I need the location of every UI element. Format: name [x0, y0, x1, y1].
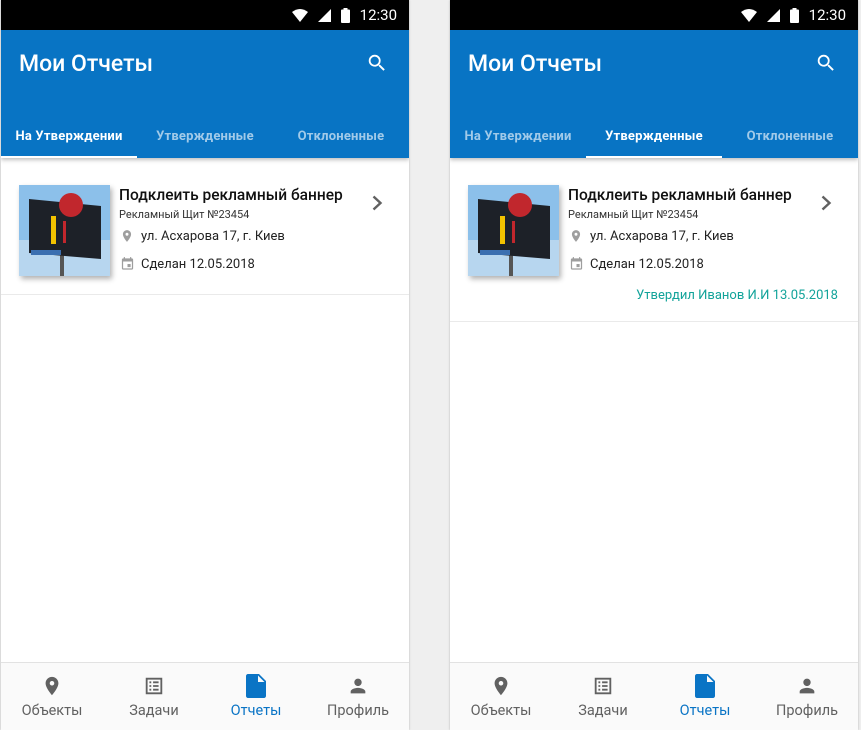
signal-icon [766, 8, 780, 22]
battery-icon [340, 7, 350, 23]
report-address: ул. Асхарова 17, г. Киев [590, 228, 734, 244]
nav-tasks-label: Задачи [129, 702, 179, 719]
tab-rejected[interactable]: Отклоненные [722, 114, 858, 158]
battery-icon [789, 7, 799, 23]
search-icon [368, 54, 385, 71]
nav-profile-label: Профиль [776, 702, 838, 719]
report-address-row: ул. Асхарова 17, г. Киев [568, 228, 734, 244]
report-address: ул. Асхарова 17, г. Киев [141, 228, 285, 244]
screen-pending: 12:30 Мои Отчеты На Утверждении Утвержде… [1, 0, 409, 730]
document-icon [246, 674, 266, 698]
search-icon [817, 54, 834, 71]
billboard-thumbnail [468, 185, 559, 276]
status-bar: 12:30 [1, 0, 409, 30]
tab-pending[interactable]: На Утверждении [1, 114, 137, 158]
nav-profile[interactable]: Профиль [756, 663, 858, 730]
tab-approved[interactable]: Утвержденные [586, 114, 722, 158]
app-bar: Мои Отчеты На Утверждении Утвержденные О… [1, 30, 409, 158]
location-pin-icon [119, 228, 135, 244]
page-title: Мои Отчеты [19, 50, 154, 77]
app-bar: Мои Отчеты На Утверждении Утвержденные О… [450, 30, 858, 158]
report-title: Подклеить рекламный баннер [568, 186, 792, 204]
task-list-icon [143, 674, 165, 698]
person-icon [796, 674, 818, 698]
nav-reports-label: Отчеты [679, 702, 731, 719]
nav-reports[interactable]: Отчеты [654, 663, 756, 730]
calendar-icon [119, 256, 135, 272]
billboard-thumbnail [19, 185, 110, 276]
nav-reports-label: Отчеты [230, 702, 282, 719]
report-date-row: Сделан 12.05.2018 [568, 256, 704, 272]
bottom-navigation: Объекты Задачи Отчеты Профиль [450, 662, 858, 730]
chevron-right-icon[interactable] [818, 195, 834, 211]
status-bar: 12:30 [450, 0, 858, 30]
nav-objects[interactable]: Объекты [450, 663, 552, 730]
bottom-navigation: Объекты Задачи Отчеты Профиль [1, 662, 409, 730]
location-pin-icon [490, 674, 512, 698]
location-pin-icon [41, 674, 63, 698]
page-title: Мои Отчеты [468, 50, 603, 77]
nav-tasks[interactable]: Задачи [103, 663, 205, 730]
nav-profile-label: Профиль [327, 702, 389, 719]
location-pin-icon [568, 228, 584, 244]
status-time: 12:30 [359, 6, 397, 24]
report-tabs: На Утверждении Утвержденные Отклоненные [450, 114, 858, 158]
report-done-date: Сделан 12.05.2018 [141, 256, 255, 272]
report-card[interactable]: Подклеить рекламный баннер Рекламный Щит… [1, 158, 409, 295]
nav-reports[interactable]: Отчеты [205, 663, 307, 730]
signal-icon [317, 8, 331, 22]
report-subtitle: Рекламный Щит №23454 [119, 208, 250, 221]
report-title: Подклеить рекламный баннер [119, 186, 343, 204]
tab-pending[interactable]: На Утверждении [450, 114, 586, 158]
nav-tasks-label: Задачи [578, 702, 628, 719]
chevron-right-icon[interactable] [369, 195, 385, 211]
report-subtitle: Рекламный Щит №23454 [568, 208, 699, 221]
screen-approved: 12:30 Мои Отчеты На Утверждении Утвержде… [450, 0, 858, 730]
report-tabs: На Утверждении Утвержденные Отклоненные [1, 114, 409, 158]
report-address-row: ул. Асхарова 17, г. Киев [119, 228, 285, 244]
document-icon [695, 674, 715, 698]
person-icon [347, 674, 369, 698]
nav-objects-label: Объекты [470, 702, 532, 719]
calendar-icon [568, 256, 584, 272]
wifi-icon [291, 8, 308, 22]
tab-rejected[interactable]: Отклоненные [273, 114, 409, 158]
nav-tasks[interactable]: Задачи [552, 663, 654, 730]
task-list-icon [592, 674, 614, 698]
nav-profile[interactable]: Профиль [307, 663, 409, 730]
report-date-row: Сделан 12.05.2018 [119, 256, 255, 272]
status-time: 12:30 [808, 6, 846, 24]
approved-by-text: Утвердил Иванов И.И 13.05.2018 [636, 288, 838, 303]
nav-objects-label: Объекты [21, 702, 83, 719]
search-button[interactable] [365, 51, 389, 75]
report-card[interactable]: Подклеить рекламный баннер Рекламный Щит… [450, 158, 858, 322]
wifi-icon [740, 8, 757, 22]
nav-objects[interactable]: Объекты [1, 663, 103, 730]
report-done-date: Сделан 12.05.2018 [590, 256, 704, 272]
search-button[interactable] [814, 51, 838, 75]
tab-approved[interactable]: Утвержденные [137, 114, 273, 158]
